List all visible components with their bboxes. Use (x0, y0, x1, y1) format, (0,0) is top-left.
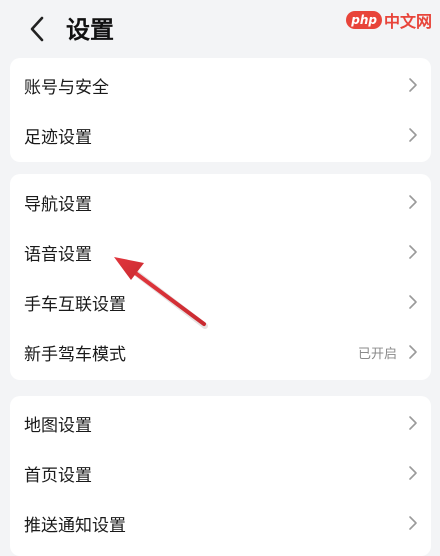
settings-item-label: 手车互联设置 (24, 294, 126, 315)
settings-item-push-notification[interactable]: 推送通知设置 (10, 498, 431, 548)
settings-item-label: 推送通知设置 (24, 515, 126, 536)
back-button[interactable] (22, 14, 52, 44)
settings-item-map[interactable]: 地图设置 (10, 398, 431, 448)
settings-item-account-security[interactable]: 账号与安全 (10, 60, 431, 110)
chevron-right-icon (409, 245, 417, 259)
settings-group-account: 账号与安全 足迹设置 (10, 58, 431, 162)
chevron-right-icon (409, 78, 417, 92)
watermark-logo: php (346, 11, 382, 29)
chevron-right-icon (409, 295, 417, 309)
chevron-right-icon (409, 516, 417, 530)
settings-item-novice-driving[interactable]: 新手驾车模式 已开启 (10, 327, 431, 377)
settings-item-label: 地图设置 (24, 415, 92, 436)
chevron-right-icon (409, 416, 417, 430)
settings-item-label: 导航设置 (24, 194, 92, 215)
settings-item-label: 账号与安全 (24, 77, 109, 98)
settings-item-phone-car-link[interactable]: 手车互联设置 (10, 277, 431, 327)
settings-item-label: 足迹设置 (24, 127, 92, 148)
watermark-text: 中文网 (383, 12, 432, 31)
chevron-right-icon (409, 345, 417, 359)
settings-item-homepage[interactable]: 首页设置 (10, 448, 431, 498)
settings-group-display: 地图设置 首页设置 推送通知设置 (10, 396, 431, 556)
chevron-left-icon (30, 16, 44, 42)
chevron-right-icon (409, 466, 417, 480)
page-title: 设置 (66, 16, 114, 44)
header-bar: 设置 php 中文网 (0, 0, 440, 58)
settings-item-voice[interactable]: 语音设置 (10, 227, 431, 277)
chevron-right-icon (409, 128, 417, 142)
settings-item-label: 新手驾车模式 (24, 344, 126, 365)
settings-group-navigation: 导航设置 语音设置 手车互联设置 新手驾车模式 已开启 (10, 174, 431, 380)
settings-item-footprint[interactable]: 足迹设置 (10, 110, 431, 160)
settings-item-label: 语音设置 (24, 244, 92, 265)
status-value: 已开启 (357, 346, 397, 362)
chevron-right-icon (409, 195, 417, 209)
watermark: php 中文网 (346, 8, 432, 32)
settings-item-navigation[interactable]: 导航设置 (10, 177, 431, 227)
settings-item-label: 首页设置 (24, 465, 92, 486)
